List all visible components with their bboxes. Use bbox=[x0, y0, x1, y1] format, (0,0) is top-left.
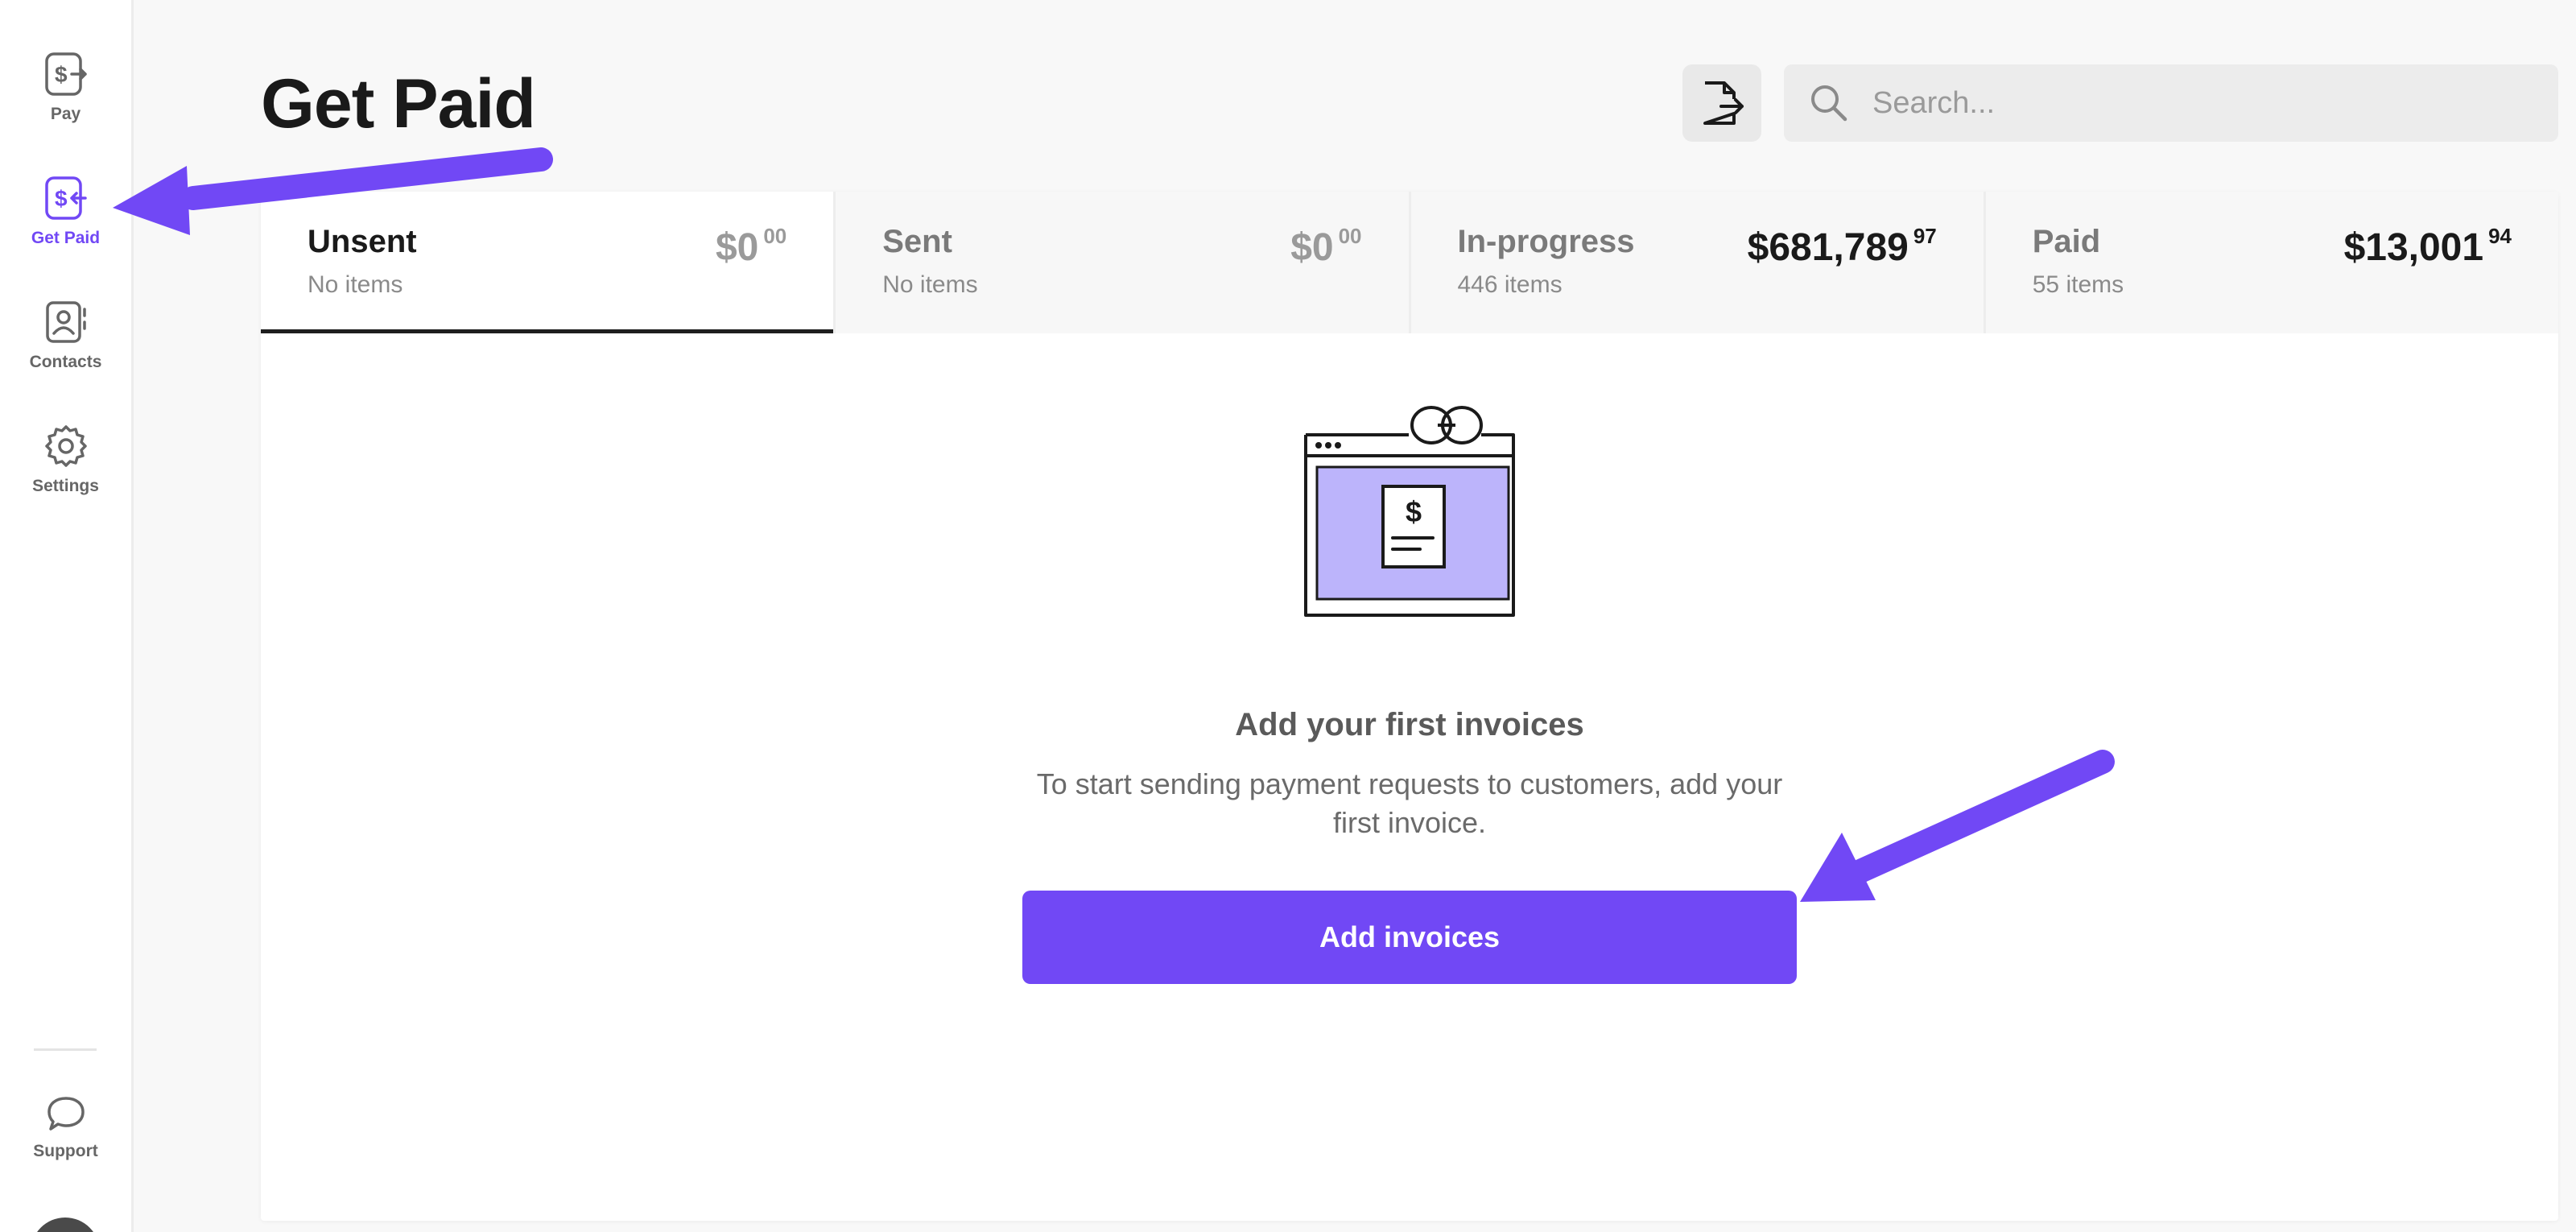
sidebar-item-label: Get Paid bbox=[31, 229, 101, 247]
chat-bubble-icon bbox=[47, 1097, 85, 1131]
invoices-card: Unsent No items $0 00 Sent No items $0 00 … bbox=[261, 192, 2558, 1221]
empty-state-title: Add your first invoices bbox=[1235, 707, 1584, 742]
sidebar-item-label: Settings bbox=[32, 477, 99, 495]
tab-sent[interactable]: Sent No items $0 00 bbox=[833, 192, 1409, 333]
amount-cents: 94 bbox=[2488, 224, 2512, 248]
sidebar: $ Pay $ Get Paid Contacts Settings Suppo… bbox=[0, 0, 134, 1232]
sidebar-item-get-paid[interactable]: $ Get Paid bbox=[0, 176, 131, 248]
gear-icon bbox=[44, 425, 87, 467]
svg-text:$: $ bbox=[55, 186, 68, 211]
sidebar-item-contacts[interactable]: Contacts bbox=[0, 300, 131, 372]
tab-paid[interactable]: Paid 55 items $13,001 94 bbox=[1983, 192, 2558, 333]
sidebar-item-settings[interactable]: Settings bbox=[0, 424, 131, 496]
amount-dollars: $681,789 bbox=[1747, 226, 1909, 269]
sidebar-item-pay[interactable]: $ Pay bbox=[0, 52, 131, 124]
tab-count: 55 items bbox=[2032, 271, 2124, 298]
amount-cents: 00 bbox=[763, 224, 787, 248]
amount-cents: 00 bbox=[1338, 224, 1362, 248]
page-title: Get Paid bbox=[261, 65, 536, 143]
contacts-icon bbox=[45, 301, 86, 343]
invoice-browser-icon: $ bbox=[1304, 406, 1515, 617]
export-button[interactable] bbox=[1682, 64, 1761, 142]
amount-cents: 97 bbox=[1913, 224, 1937, 248]
sidebar-item-support[interactable]: Support bbox=[0, 1095, 131, 1161]
status-tabs: Unsent No items $0 00 Sent No items $0 00 … bbox=[261, 192, 2558, 333]
add-invoices-button[interactable]: Add invoices bbox=[1022, 891, 1797, 984]
dollar-out-icon: $ bbox=[44, 52, 87, 96]
amount-dollars: $0 bbox=[715, 226, 759, 269]
empty-state-description: To start sending payment requests to cus… bbox=[1036, 767, 1783, 839]
tab-unsent[interactable]: Unsent No items $0 00 bbox=[261, 192, 834, 333]
tab-amount: $681,789 97 bbox=[1747, 224, 1937, 270]
search-icon bbox=[1811, 85, 1847, 122]
sidebar-item-label: Contacts bbox=[29, 353, 102, 371]
app-root: $ Pay $ Get Paid Contacts Settings Suppo… bbox=[0, 0, 2576, 1232]
tab-amount: $0 00 bbox=[715, 224, 787, 270]
tab-in-progress[interactable]: In-progress 446 items $681,789 97 bbox=[1408, 192, 1984, 333]
amount-dollars: $0 bbox=[1290, 226, 1334, 269]
search-input[interactable] bbox=[1872, 82, 2533, 124]
tab-amount: $0 00 bbox=[1290, 224, 1362, 270]
tab-count: No items bbox=[882, 271, 978, 298]
file-export-icon bbox=[1703, 81, 1744, 125]
search-box[interactable] bbox=[1784, 64, 2558, 142]
amount-dollars: $13,001 bbox=[2343, 226, 2484, 269]
sidebar-item-label: Pay bbox=[50, 105, 81, 123]
tab-amount: $13,001 94 bbox=[2343, 224, 2512, 270]
tab-count: No items bbox=[308, 271, 403, 298]
sidebar-item-label: Support bbox=[33, 1142, 98, 1160]
dollar-in-icon: $ bbox=[44, 176, 87, 220]
currency-symbol: $ bbox=[1406, 495, 1422, 528]
tab-count: 446 items bbox=[1457, 271, 1563, 298]
svg-text:$: $ bbox=[55, 62, 68, 87]
sidebar-divider bbox=[34, 1048, 97, 1051]
avatar[interactable] bbox=[31, 1218, 100, 1232]
